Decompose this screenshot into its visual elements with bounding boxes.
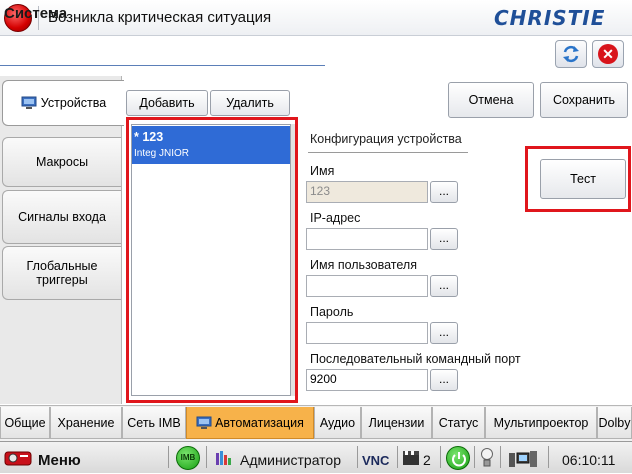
divider <box>440 446 441 468</box>
ip-field[interactable] <box>306 228 428 250</box>
cancel-button[interactable]: Отмена <box>448 82 534 118</box>
test-button[interactable]: Тест <box>540 159 626 199</box>
header-underline <box>0 65 325 66</box>
tab-status[interactable]: Статус <box>432 407 485 439</box>
device-list[interactable] <box>131 124 291 396</box>
tab-storage[interactable]: Хранение <box>50 407 122 439</box>
count-badge: 2 <box>423 452 431 468</box>
menu-icon[interactable] <box>4 446 34 468</box>
name-browse-button[interactable]: ... <box>430 181 458 203</box>
clock: 06:10:11 <box>562 452 616 468</box>
side-tab-label: триггеры <box>36 273 88 287</box>
serial-port-label: Последовательный командный порт <box>310 352 521 366</box>
vnc-indicator[interactable]: VNC <box>362 453 389 468</box>
password-field[interactable] <box>306 322 428 344</box>
page-header <box>0 36 632 74</box>
username-field[interactable] <box>306 275 428 297</box>
tab-imb-network[interactable]: Сеть IMB <box>122 407 186 439</box>
username-label: Имя пользователя <box>310 258 417 272</box>
add-device-button[interactable]: Добавить <box>126 90 208 116</box>
delete-device-button[interactable]: Удалить <box>210 90 290 116</box>
clapper-icon <box>402 450 420 466</box>
password-browse-button[interactable]: ... <box>430 322 458 344</box>
tab-automation[interactable]: Автоматизация <box>186 407 314 439</box>
side-tab-label: Сигналы входа <box>18 210 106 224</box>
lamp-icon[interactable] <box>480 447 494 469</box>
divider <box>168 446 169 468</box>
side-tab-label: Макросы <box>35 155 89 169</box>
tab-multiprojector[interactable]: Мультипроектор <box>485 407 597 439</box>
divider <box>308 152 468 153</box>
ip-label: IP-адрес <box>310 211 361 225</box>
device-name: * 123 <box>134 130 164 144</box>
device-list-scrollbar[interactable] <box>291 124 295 396</box>
divider <box>357 446 358 468</box>
brand-logo: CHRISTIE <box>494 6 606 30</box>
serial-port-browse-button[interactable]: ... <box>430 369 458 391</box>
save-button[interactable]: Сохранить <box>540 82 628 118</box>
side-tab-macros[interactable]: Макросы <box>2 137 121 187</box>
network-icon[interactable] <box>508 449 538 469</box>
name-label: Имя <box>310 164 335 178</box>
close-button[interactable]: ✕ <box>592 40 624 68</box>
power-status-icon[interactable] <box>446 446 470 470</box>
divider <box>500 446 501 468</box>
menu-button[interactable]: Меню <box>38 452 81 469</box>
page-title: Система <box>4 5 68 22</box>
divider <box>548 446 549 468</box>
devices-icon <box>196 416 212 429</box>
refresh-button[interactable] <box>555 40 587 68</box>
side-tab-devices[interactable]: Устройства <box>2 80 124 126</box>
projector-icon <box>4 451 32 466</box>
config-section-title: Конфигурация устройства <box>310 132 462 146</box>
refresh-icon <box>563 45 579 63</box>
divider <box>206 446 207 468</box>
tab-licenses[interactable]: Лицензии <box>361 407 432 439</box>
imb-status-badge[interactable]: IMB <box>176 446 200 470</box>
name-field[interactable]: 123 <box>306 181 428 203</box>
serial-port-field[interactable]: 9200 <box>306 369 428 391</box>
user-icon <box>214 449 232 467</box>
side-tab-input-signals[interactable]: Сигналы входа <box>2 190 121 244</box>
list-item[interactable]: * 123 Integ JNIOR <box>132 126 290 164</box>
divider <box>397 446 398 468</box>
tab-general[interactable]: Общие <box>0 407 50 439</box>
divider <box>474 446 475 468</box>
tab-label: Автоматизация <box>215 415 304 430</box>
user-name[interactable]: Администратор <box>240 452 341 468</box>
alert-title[interactable]: Возникла критическая ситуация <box>48 9 271 26</box>
close-icon: ✕ <box>598 44 618 64</box>
device-type: Integ JNIOR <box>134 148 190 159</box>
password-label: Пароль <box>310 305 354 319</box>
ip-browse-button[interactable]: ... <box>430 228 458 250</box>
devices-icon <box>21 96 37 109</box>
tab-audio[interactable]: Аудио <box>314 407 361 439</box>
side-tab-label: Глобальные <box>26 259 98 273</box>
username-browse-button[interactable]: ... <box>430 275 458 297</box>
tab-dolby[interactable]: Dolby <box>597 407 632 439</box>
side-tab-global-triggers[interactable]: Глобальные триггеры <box>2 246 121 300</box>
side-tab-label: Устройства <box>40 96 107 110</box>
